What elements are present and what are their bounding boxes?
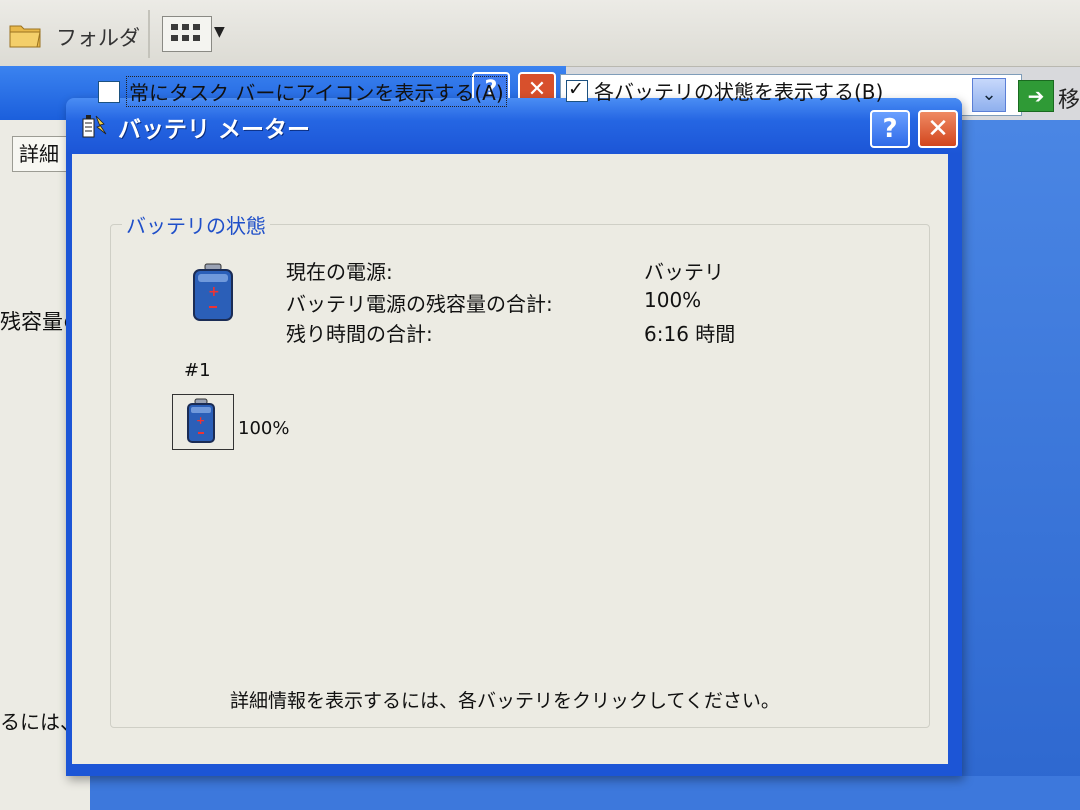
views-dropdown-icon[interactable]: ▼ (214, 24, 225, 40)
background-window-edge (946, 120, 1080, 810)
background-toolbar: フォルダ ▼ (0, 0, 1080, 67)
svg-text:+: + (208, 284, 220, 300)
close-icon[interactable]: ✕ (918, 110, 958, 148)
checkbox-box[interactable] (98, 80, 120, 103)
total-remaining-capacity-label: バッテリ電源の残容量の合計: (286, 292, 553, 316)
battery-icon: + (193, 263, 233, 321)
current-power-source-label: 現在の電源: (286, 260, 393, 284)
background-window-bottom (90, 776, 1080, 810)
checkbox-label[interactable]: 各バッテリの状態を表示する(B) (594, 76, 883, 105)
folders-button[interactable]: フォルダ (56, 22, 140, 52)
total-remaining-capacity-value: 100% (644, 288, 702, 312)
battery-cell-number: #1 (184, 360, 211, 381)
svg-text:+: + (196, 414, 205, 427)
toolbar-separator (148, 10, 150, 58)
show-each-battery-checkbox[interactable]: ✓ 各バッテリの状態を表示する(B) (566, 76, 883, 105)
dialog-title: バッテリ メーター (118, 117, 311, 143)
total-remaining-time-value: 6:16 時間 (644, 322, 736, 346)
address-dropdown-icon[interactable]: ⌄ (972, 78, 1006, 112)
current-power-source-value: バッテリ (644, 260, 724, 284)
battery-status-group-title: バッテリの状態 (122, 210, 270, 239)
battery-icon[interactable]: + (180, 398, 222, 444)
folder-icon[interactable] (8, 20, 44, 50)
always-show-taskbar-icon-checkbox[interactable]: 常にタスク バーにアイコンを表示する(A) (98, 76, 507, 107)
checkbox-box[interactable]: ✓ (566, 77, 588, 102)
total-remaining-time-label: 残り時間の合計: (286, 322, 433, 346)
help-icon[interactable]: ? (870, 110, 910, 148)
battery-cell-percent: 100% (238, 418, 290, 439)
click-battery-hint: 詳細情報を表示するには、各バッテリをクリックしてください。 (230, 690, 780, 712)
battery-meter-icon (82, 115, 107, 138)
checkbox-label[interactable]: 常にタスク バーにアイコンを表示する(A) (126, 76, 507, 107)
go-arrow-icon[interactable]: ➔ (1018, 80, 1054, 112)
checkmark-icon: ✓ (568, 77, 584, 100)
views-icon[interactable] (162, 16, 212, 52)
go-label[interactable]: 移 (1058, 82, 1080, 114)
